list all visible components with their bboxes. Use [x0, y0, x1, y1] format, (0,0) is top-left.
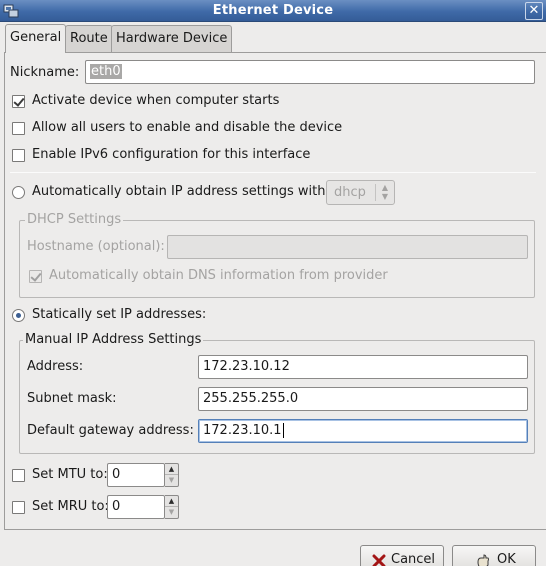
ip-method-select[interactable]: dhcp ▲ ▼: [326, 180, 395, 205]
spin-down-icon[interactable]: ▼: [165, 475, 178, 486]
close-icon[interactable]: ✕: [525, 2, 543, 20]
auto-ip-label: Automatically obtain IP address settings…: [32, 184, 330, 199]
combo-divider: [375, 184, 376, 201]
activate-on-start-checkbox[interactable]: [12, 95, 25, 108]
address-field[interactable]: 172.23.10.12: [198, 355, 528, 379]
ok-hand-icon: [475, 552, 491, 566]
mru-checkbox[interactable]: [12, 501, 25, 514]
mtu-checkbox[interactable]: [12, 469, 25, 482]
auto-dns-label: Automatically obtain DNS information fro…: [49, 268, 388, 283]
spin-up-icon[interactable]: ▲: [165, 496, 178, 507]
static-ip-label: Statically set IP addresses:: [32, 307, 207, 322]
gateway-field[interactable]: 172.23.10.1: [198, 419, 528, 443]
ok-button[interactable]: OK: [452, 545, 536, 566]
ip-method-value: dhcp: [334, 185, 366, 200]
mru-field[interactable]: 0: [107, 495, 165, 519]
mru-spinner[interactable]: ▲ ▼: [165, 495, 179, 519]
subnet-mask-field[interactable]: 255.255.255.0: [198, 387, 528, 411]
mtu-spinner[interactable]: ▲ ▼: [165, 463, 179, 487]
dhcp-settings-title: DHCP Settings: [25, 212, 124, 227]
tab-route-label: Route: [70, 31, 108, 46]
auto-ip-radio[interactable]: [12, 186, 25, 199]
cancel-x-icon: [371, 552, 387, 566]
spin-up-icon[interactable]: ▲: [165, 464, 178, 475]
separator: [10, 172, 536, 173]
allow-all-users-checkbox[interactable]: [12, 122, 25, 135]
subnet-mask-label: Subnet mask:: [27, 391, 117, 406]
activate-on-start-label: Activate device when computer starts: [32, 93, 280, 108]
spin-down-icon[interactable]: ▼: [165, 507, 178, 518]
auto-dns-checkbox[interactable]: [29, 270, 42, 283]
cancel-button[interactable]: Cancel: [360, 545, 444, 566]
dhcp-settings-frame: [19, 220, 535, 298]
manual-ip-title: Manual IP Address Settings: [23, 332, 204, 347]
hostname-field[interactable]: [167, 235, 528, 259]
enable-ipv6-label: Enable IPv6 configuration for this inter…: [32, 147, 311, 162]
mru-label: Set MRU to:: [32, 499, 109, 514]
tab-general[interactable]: General: [5, 24, 67, 53]
text-cursor: [282, 423, 284, 438]
cancel-label: Cancel: [391, 552, 436, 566]
ok-label: OK: [497, 552, 516, 566]
static-ip-radio[interactable]: [12, 309, 25, 322]
allow-all-users-label: Allow all users to enable and disable th…: [32, 120, 343, 135]
mtu-label: Set MTU to:: [32, 467, 108, 482]
hostname-label: Hostname (optional):: [27, 239, 165, 254]
gateway-value: 172.23.10.1: [203, 423, 282, 438]
nickname-field[interactable]: eth0: [85, 60, 535, 84]
window-title: Ethernet Device: [212, 3, 334, 18]
nickname-label: Nickname:: [10, 65, 80, 80]
nickname-value: eth0: [90, 64, 122, 79]
gateway-label: Default gateway address:: [27, 423, 194, 438]
tab-hardware-device[interactable]: Hardware Device: [111, 25, 233, 52]
mtu-field[interactable]: 0: [107, 463, 165, 487]
tab-general-label: General: [10, 30, 62, 45]
enable-ipv6-checkbox[interactable]: [12, 149, 25, 162]
tab-hardware-device-label: Hardware Device: [116, 31, 228, 46]
tab-route[interactable]: Route: [65, 25, 113, 52]
updown-arrows-icon: ▲ ▼: [381, 183, 389, 201]
address-label: Address:: [27, 359, 84, 374]
